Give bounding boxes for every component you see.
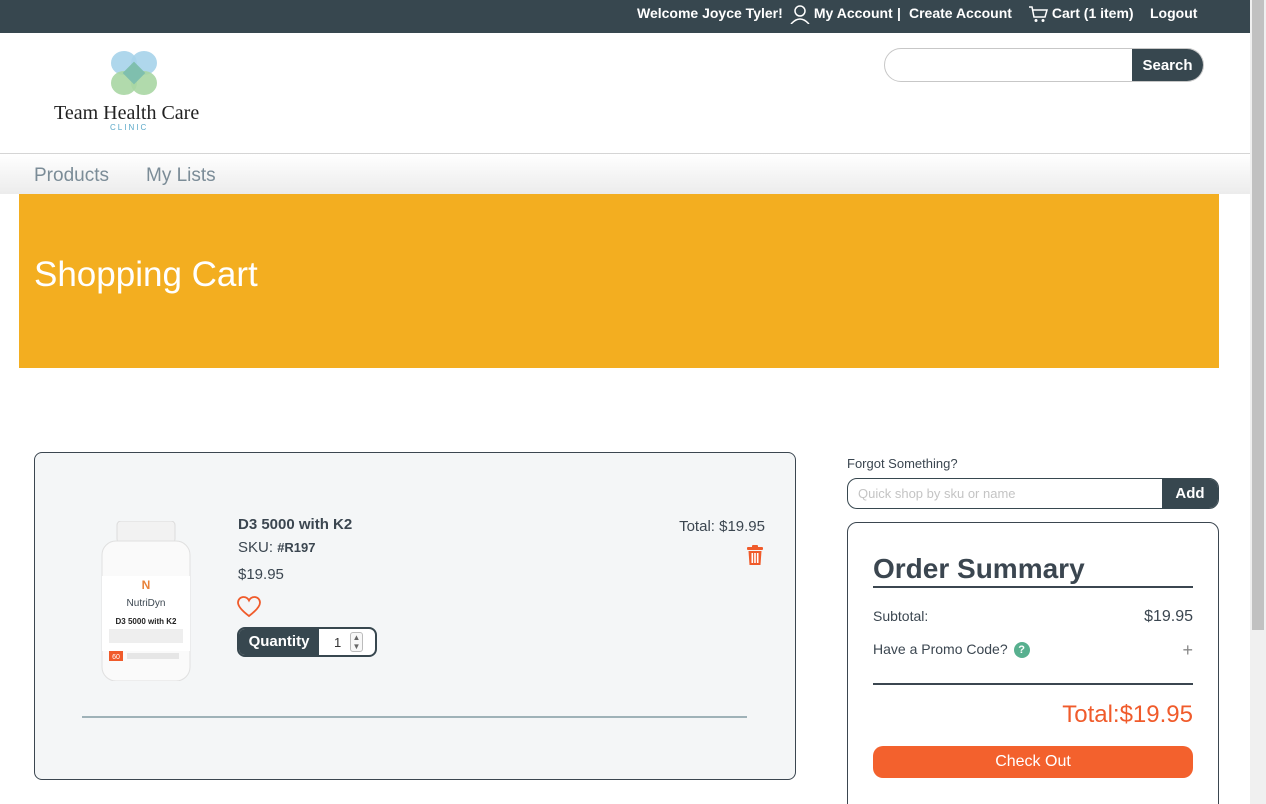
logout-link[interactable]: Logout [1150,0,1197,33]
trash-icon[interactable] [746,545,764,565]
cart-item-card: N NutriDyn D3 5000 with K2 60 D3 5000 wi… [34,452,796,780]
add-button[interactable]: Add [1162,479,1218,508]
order-summary: Order Summary Subtotal: $19.95 Have a Pr… [847,522,1219,804]
chevron-up-icon[interactable]: ▲ [353,633,361,642]
svg-text:N: N [142,578,151,592]
page: Welcome Joyce Tyler! My Account | Create… [0,0,1250,804]
quick-shop-title: Forgot Something? [847,456,958,471]
quick-shop-box: Add [847,478,1219,509]
nav-item-products[interactable]: Products [34,165,109,187]
scrollbar-thumb[interactable] [1252,0,1264,630]
bottle-product: D3 5000 with K2 [116,617,177,626]
main-nav: Products My Lists [0,154,1250,194]
my-account-label: My Account [813,5,893,21]
search-box: Search [884,48,1204,82]
logo-subtitle: CLINIC [110,123,149,132]
checkout-button[interactable]: Check Out [873,746,1193,778]
plus-icon[interactable]: + [1182,640,1193,661]
my-account-link[interactable]: My Account [790,0,893,33]
create-account-link[interactable]: Create Account [909,0,1012,33]
logo-mark-icon [111,51,157,95]
quick-shop-input[interactable] [848,479,1163,508]
page-title: Shopping Cart [34,255,258,294]
chevron-down-icon[interactable]: ▼ [353,642,361,651]
product-price: $19.95 [238,566,284,583]
vertical-scrollbar[interactable] [1250,0,1266,804]
top-bar: Welcome Joyce Tyler! My Account | Create… [0,0,1250,33]
quantity-label: Quantity [239,629,319,655]
product-name[interactable]: D3 5000 with K2 [238,516,352,533]
subtotal-value: $19.95 [1144,608,1193,625]
sku-label: SKU: [238,539,274,556]
heart-icon[interactable] [237,596,261,618]
item-divider [82,716,747,718]
promo-code-label: Have a Promo Code? [873,641,1008,657]
logo-name: Team Health Care [54,102,200,124]
order-total: Total:$19.95 [1062,701,1193,728]
order-summary-title: Order Summary [873,553,1085,584]
cart-label: Cart (1 item) [1051,5,1134,21]
subtotal-label: Subtotal: [873,608,929,624]
nav-item-my-lists[interactable]: My Lists [146,165,216,187]
quantity-stepper: Quantity 1 ▲ ▼ [237,627,377,657]
cart-link[interactable]: Cart (1 item) [1028,0,1134,33]
site-header: Team Health Care CLINIC Search [0,33,1250,154]
promo-code-row[interactable]: Have a Promo Code?? [873,641,1030,659]
product-sku: SKU: #R197 [238,539,316,556]
summary-rule-bottom [873,683,1193,685]
summary-rule-top [873,586,1193,588]
sku-value: #R197 [277,540,316,555]
cart-icon [1029,6,1048,23]
page-banner: Shopping Cart [19,194,1219,368]
product-image[interactable]: N NutriDyn D3 5000 with K2 60 [99,521,193,681]
quantity-spinner[interactable]: ▲ ▼ [350,632,363,652]
bottle-count: 60 [112,654,120,661]
search-button[interactable]: Search [1132,49,1203,81]
topbar-separator: | [897,5,901,21]
welcome-text: Welcome Joyce Tyler! [637,5,783,21]
user-icon [790,5,810,25]
logo[interactable]: Team Health Care CLINIC [54,50,224,136]
line-total: Total: $19.95 [679,518,765,535]
bottle-brand: NutriDyn [127,598,166,609]
help-icon[interactable]: ? [1013,642,1030,659]
quantity-input[interactable]: 1 [334,635,341,650]
search-input[interactable] [885,49,1132,81]
